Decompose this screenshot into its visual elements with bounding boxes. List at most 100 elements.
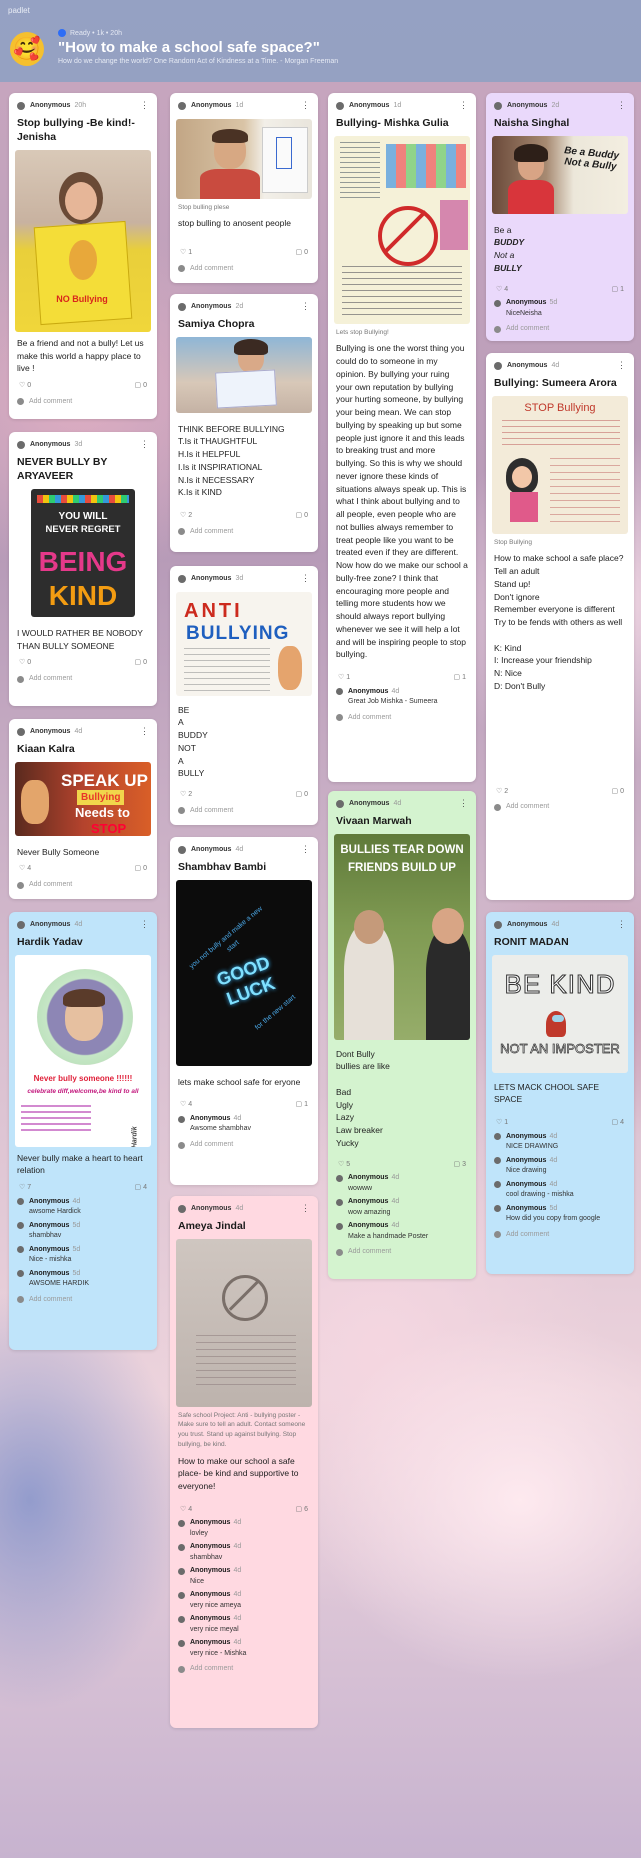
post-image[interactable]: Be a Buddy Not a Bully <box>492 135 628 214</box>
add-comment-button[interactable]: Add comment <box>170 1135 318 1158</box>
comment-count[interactable]: ▢ 1 <box>296 1100 308 1111</box>
post-card[interactable]: Anonymous 4d ⋮ Ameya Jindal Safe school Pr… <box>170 1196 318 1728</box>
owner-avatar-icon <box>58 29 66 37</box>
add-comment-button[interactable]: Add comment <box>486 1225 634 1248</box>
add-comment-button[interactable]: Add comment <box>170 801 318 824</box>
like-button[interactable]: ♡ 1 <box>180 248 192 259</box>
more-options-icon[interactable]: ⋮ <box>301 1202 310 1216</box>
user-avatar-icon <box>17 398 24 406</box>
like-button[interactable]: ♡ 4 <box>180 1100 192 1111</box>
author-avatar-icon <box>494 920 502 929</box>
like-button[interactable]: ♡ 2 <box>496 787 508 798</box>
more-options-icon[interactable]: ⋮ <box>140 438 149 452</box>
post-image[interactable]: BULLIES TEAR DOWN FRIENDS BUILD UP <box>334 833 470 1040</box>
like-button[interactable]: ♡ 4 <box>180 1505 192 1516</box>
user-avatar-icon <box>494 325 501 333</box>
post-image[interactable]: BE KIND NOT AN IMPOSTER <box>492 954 628 1073</box>
comment-count[interactable]: ▢ 6 <box>296 1505 308 1516</box>
add-comment-button[interactable]: Add comment <box>9 875 157 898</box>
add-comment-button[interactable]: Add comment <box>486 797 634 820</box>
comment-count[interactable]: ▢ 1 <box>612 285 624 296</box>
author-avatar-icon <box>17 920 25 929</box>
like-button[interactable]: ♡ 7 <box>19 1183 31 1194</box>
post-card[interactable]: Anonymous 1d ⋮ Bullying- Mishka Gulia Lets… <box>328 93 476 782</box>
image-caption: Stop Bullying <box>494 538 532 546</box>
post-card[interactable]: Anonymous 2d ⋮ Naisha Singhal Be a Buddy N… <box>486 93 634 341</box>
comment-count[interactable]: ▢ 3 <box>454 1160 466 1171</box>
like-button[interactable]: ♡ 1 <box>496 1118 508 1129</box>
like-button[interactable]: ♡ 0 <box>19 381 31 392</box>
more-options-icon[interactable]: ⋮ <box>617 99 626 113</box>
add-comment-button[interactable]: Add comment <box>486 319 634 341</box>
like-button[interactable]: ♡ 2 <box>180 511 192 522</box>
more-options-icon[interactable]: ⋮ <box>301 300 310 314</box>
user-avatar-icon <box>178 807 185 815</box>
post-image[interactable]: STOP Bullying <box>492 395 628 534</box>
comment-count[interactable]: ▢ 0 <box>296 248 308 259</box>
comment-count[interactable]: ▢ 0 <box>296 790 308 801</box>
padlet-logo[interactable]: padlet <box>8 6 30 15</box>
wall-subtitle: How do we change the world? One Random A… <box>58 58 339 65</box>
post-card[interactable]: Anonymous 4d ⋮ Hardik Yadav Never bully so… <box>9 912 157 1350</box>
comment: Anonymous 4d Great Job Mishka - Sumeera <box>328 684 476 708</box>
post-card[interactable]: Anonymous 3d ⋮ ANTI BULLYING BE A BUDDY NOT A B… <box>170 566 318 825</box>
add-comment-button[interactable]: Add comment <box>328 1242 476 1265</box>
like-button[interactable]: ♡ 4 <box>496 285 508 296</box>
post-image[interactable]: YOU WILL NEVER REGRET BEING KIND <box>31 488 135 617</box>
more-options-icon[interactable]: ⋮ <box>459 797 468 811</box>
add-comment-button[interactable]: Add comment <box>170 522 318 545</box>
post-image[interactable]: ANTI BULLYING <box>176 591 312 696</box>
comment-count[interactable]: ▢ 0 <box>135 864 147 875</box>
more-options-icon[interactable]: ⋮ <box>301 843 310 857</box>
image-caption: Lets stop Bullying! <box>336 328 389 336</box>
post-image[interactable]: you not bully and make a new start GOOD … <box>176 879 312 1066</box>
post-card[interactable]: Anonymous 1d ⋮ Stop bulling plese stop bul… <box>170 93 318 283</box>
add-comment-button[interactable]: Add comment <box>328 708 476 731</box>
more-options-icon[interactable]: ⋮ <box>459 99 468 113</box>
comment-count[interactable]: ▢ 0 <box>296 511 308 522</box>
post-image[interactable]: Never bully someone !!!!!! celebrate dif… <box>15 954 151 1147</box>
user-avatar-icon <box>178 1141 185 1149</box>
post-card[interactable]: Anonymous 4d ⋮ Kiaan Kalra SPEAK UP Bullyi… <box>9 719 157 899</box>
like-button[interactable]: ♡ 5 <box>338 1160 350 1171</box>
like-button[interactable]: ♡ 0 <box>19 658 31 669</box>
more-options-icon[interactable]: ⋮ <box>617 918 626 932</box>
add-comment-button[interactable]: Add comment <box>9 392 157 415</box>
post-image[interactable] <box>176 336 312 413</box>
comment-count[interactable]: ▢ 1 <box>454 673 466 684</box>
add-comment-button[interactable]: Add comment <box>9 1290 157 1313</box>
comment-count[interactable]: ▢ 0 <box>135 381 147 392</box>
more-options-icon[interactable]: ⋮ <box>140 725 149 739</box>
post-card[interactable]: Anonymous 20h ⋮ Stop bullying -Be kind!- J… <box>9 93 157 419</box>
more-options-icon[interactable]: ⋮ <box>140 99 149 113</box>
like-button[interactable]: ♡ 4 <box>19 864 31 875</box>
wall-title: "How to make a school safe space?" <box>58 39 320 56</box>
more-options-icon[interactable]: ⋮ <box>140 918 149 932</box>
post-image[interactable] <box>176 118 312 199</box>
like-button[interactable]: ♡ 1 <box>338 673 350 684</box>
comment-count[interactable]: ▢ 4 <box>612 1118 624 1129</box>
post-card[interactable]: Anonymous 4d ⋮ Bullying: Sumeera Arora STO… <box>486 353 634 900</box>
post-card[interactable]: Anonymous 2d ⋮ Samiya Chopra THINK BEFORE … <box>170 294 318 552</box>
add-comment-button[interactable]: Add comment <box>170 259 318 282</box>
post-card[interactable]: Anonymous 4d ⋮ Vivaan Marwah BULLIES TEAR … <box>328 791 476 1279</box>
post-image[interactable] <box>176 1238 312 1407</box>
author-avatar-icon <box>17 101 25 110</box>
post-card[interactable]: Anonymous 4d ⋮ Shambhav Bambi you not bull… <box>170 837 318 1185</box>
post-card[interactable]: Anonymous 4d ⋮ RONIT MADAN BE KIND NOT AN … <box>486 912 634 1274</box>
post-image[interactable]: NO Bullying <box>15 149 151 332</box>
more-options-icon[interactable]: ⋮ <box>301 572 310 586</box>
post-title: Stop bullying -Be kind!- Jenisha <box>17 116 135 143</box>
post-image[interactable]: SPEAK UP Bullying Needs to STOP <box>15 761 151 836</box>
comment-count[interactable]: ▢ 0 <box>135 658 147 669</box>
post-image[interactable] <box>334 135 470 324</box>
add-comment-button[interactable]: Add comment <box>170 1659 318 1682</box>
post-body: I WOULD RATHER BE NOBODY THAN BULLY SOME… <box>17 627 143 651</box>
more-options-icon[interactable]: ⋮ <box>617 359 626 373</box>
add-comment-button[interactable]: Add comment <box>9 669 157 692</box>
comment-count[interactable]: ▢ 0 <box>612 787 624 798</box>
comment-count[interactable]: ▢ 4 <box>135 1183 147 1194</box>
post-card[interactable]: Anonymous 3d ⋮ NEVER BULLY BY ARYAVEER YOU… <box>9 432 157 706</box>
more-options-icon[interactable]: ⋮ <box>301 99 310 113</box>
like-button[interactable]: ♡ 2 <box>180 790 192 801</box>
